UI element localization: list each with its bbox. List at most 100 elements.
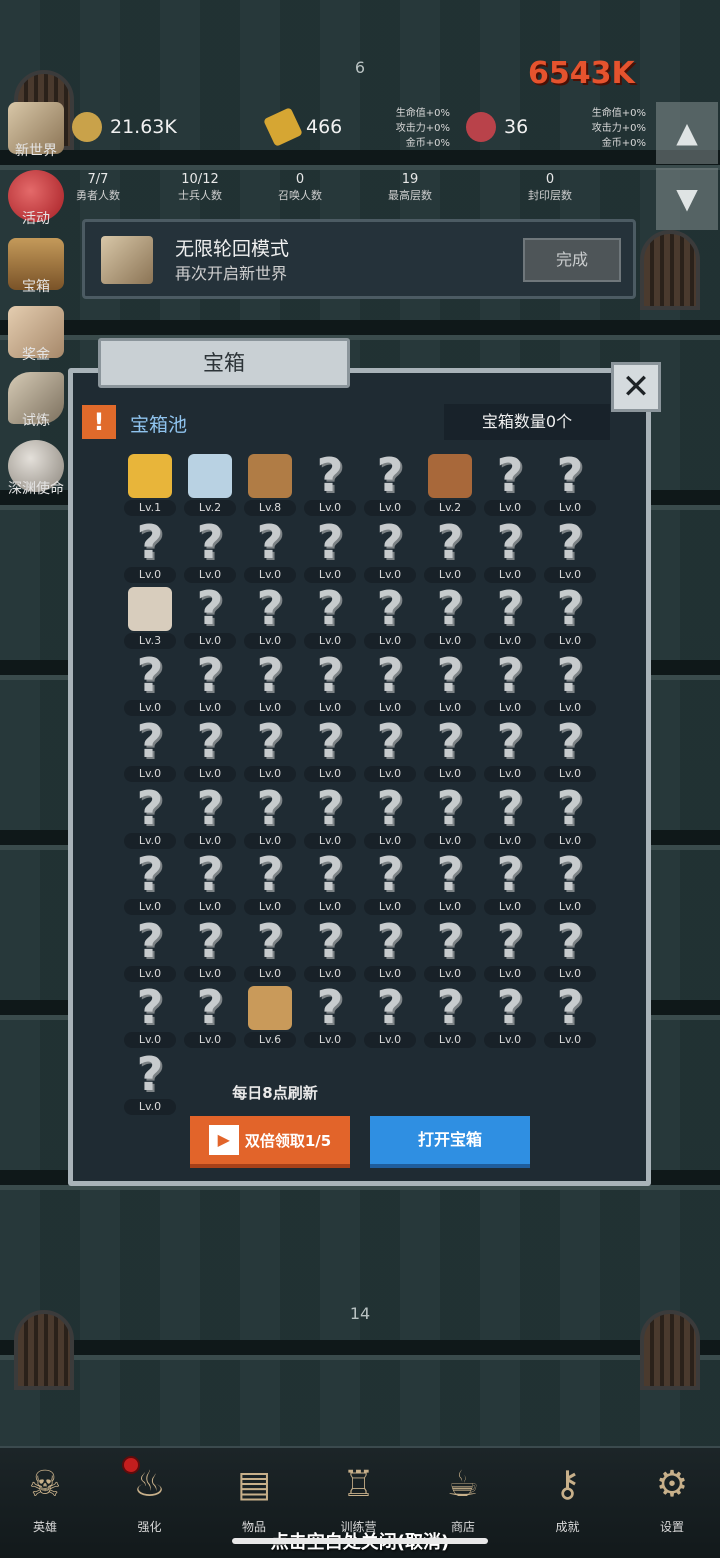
chest-item[interactable]: ? Lv.0 (240, 517, 300, 583)
side-bonus-button[interactable]: 奖金 (4, 306, 68, 364)
chest-item[interactable]: ? Lv.0 (480, 650, 540, 716)
chest-item[interactable]: ? Lv.0 (360, 982, 420, 1048)
scroll-up-button[interactable]: ▲ (656, 102, 718, 164)
chest-item[interactable]: Lv.6 (240, 982, 300, 1048)
double-claim-button[interactable]: ▶ 双倍领取1/5 (190, 1116, 350, 1168)
chest-item[interactable]: ? Lv.0 (120, 849, 180, 915)
chest-item[interactable]: ? Lv.0 (300, 849, 360, 915)
chest-item[interactable]: ? Lv.0 (240, 849, 300, 915)
chest-item[interactable]: ? Lv.0 (420, 849, 480, 915)
side-activity-button[interactable]: 活动 (4, 170, 68, 228)
open-chest-button[interactable]: 打开宝箱 (370, 1116, 530, 1168)
chest-item[interactable]: ? Lv.0 (180, 716, 240, 782)
chest-item[interactable]: ? Lv.0 (540, 982, 600, 1048)
chest-item[interactable]: ? Lv.0 (180, 982, 240, 1048)
side-abyss-button[interactable]: 深渊使命 (4, 440, 68, 498)
chest-item[interactable]: ? Lv.0 (300, 583, 360, 649)
chest-item[interactable]: ? Lv.0 (240, 716, 300, 782)
chest-item[interactable]: ? Lv.0 (300, 982, 360, 1048)
quest-complete-button[interactable]: 完成 (523, 238, 621, 282)
chest-item[interactable]: ? Lv.0 (360, 916, 420, 982)
chest-item[interactable]: ? Lv.0 (180, 849, 240, 915)
chest-item[interactable]: ? Lv.0 (300, 783, 360, 849)
unknown-item-icon: ? (316, 913, 344, 968)
nav-item[interactable]: ☕ 商店 (418, 1456, 508, 1535)
side-trial-button[interactable]: 试炼 (4, 372, 68, 430)
chest-item[interactable]: ? Lv.0 (420, 916, 480, 982)
chest-item[interactable]: ? Lv.0 (360, 650, 420, 716)
chest-item[interactable]: ? Lv.0 (120, 783, 180, 849)
chest-item[interactable]: ? Lv.0 (420, 517, 480, 583)
chest-item[interactable]: ? Lv.0 (120, 1049, 180, 1115)
chest-item[interactable]: ? Lv.0 (180, 783, 240, 849)
side-chest-button[interactable]: 宝箱 (4, 238, 68, 296)
chest-item[interactable]: ? Lv.0 (300, 650, 360, 716)
chest-item[interactable]: Lv.3 (120, 583, 180, 649)
chest-item[interactable]: ? Lv.0 (120, 517, 180, 583)
chest-item[interactable]: ? Lv.0 (300, 716, 360, 782)
chest-item[interactable]: ? Lv.0 (360, 517, 420, 583)
chest-item[interactable]: ? Lv.0 (120, 650, 180, 716)
chest-item[interactable]: ? Lv.0 (240, 916, 300, 982)
chest-item[interactable]: Lv.8 (240, 450, 300, 516)
chest-item[interactable]: ? Lv.0 (540, 650, 600, 716)
chest-item[interactable]: ? Lv.0 (360, 450, 420, 516)
nav-item[interactable]: ♨ 强化 (105, 1456, 195, 1535)
close-button[interactable]: ✕ (611, 362, 661, 412)
chest-item[interactable]: ? Lv.0 (120, 982, 180, 1048)
nav-item[interactable]: ⚷ 成就 (523, 1456, 613, 1535)
chest-item[interactable]: ? Lv.0 (540, 849, 600, 915)
item-level: Lv.0 (364, 1032, 416, 1048)
chest-item[interactable]: ? Lv.0 (240, 783, 300, 849)
chest-item[interactable]: ? Lv.0 (420, 583, 480, 649)
scroll-down-button[interactable]: ▼ (656, 168, 718, 230)
chest-item[interactable]: ? Lv.0 (480, 583, 540, 649)
chest-item[interactable]: ? Lv.0 (480, 450, 540, 516)
skull-icon: ☠ (28, 1464, 62, 1505)
chest-item[interactable]: ? Lv.0 (180, 650, 240, 716)
nav-item[interactable]: ☠ 英雄 (0, 1456, 90, 1535)
chest-item[interactable]: ? Lv.0 (120, 916, 180, 982)
chest-item[interactable]: ? Lv.0 (180, 517, 240, 583)
nav-item[interactable]: ▤ 物品 (209, 1456, 299, 1535)
chest-item[interactable]: ? Lv.0 (360, 583, 420, 649)
nav-item[interactable]: ♖ 训练营 (314, 1456, 404, 1535)
item-level: Lv.0 (244, 633, 296, 649)
map-icon (101, 236, 153, 284)
chest-item[interactable]: ? Lv.0 (300, 517, 360, 583)
nav-item[interactable]: ⚙ 设置 (627, 1456, 717, 1535)
chest-item[interactable]: ? Lv.0 (540, 916, 600, 982)
chest-item[interactable]: ? Lv.0 (240, 650, 300, 716)
chest-item[interactable]: ? Lv.0 (240, 583, 300, 649)
chest-item[interactable]: ? Lv.0 (540, 450, 600, 516)
chest-item[interactable]: Lv.2 (180, 450, 240, 516)
chest-item[interactable]: ? Lv.0 (540, 783, 600, 849)
chest-item[interactable]: Lv.2 (420, 450, 480, 516)
chest-item[interactable]: ? Lv.0 (300, 916, 360, 982)
chest-item[interactable]: ? Lv.0 (120, 716, 180, 782)
chest-item[interactable]: ? Lv.0 (420, 716, 480, 782)
chest-item[interactable]: ? Lv.0 (420, 650, 480, 716)
chest-item[interactable]: ? Lv.0 (360, 716, 420, 782)
chest-item[interactable]: Lv.1 (120, 450, 180, 516)
chest-item[interactable]: ? Lv.0 (540, 716, 600, 782)
chest-item[interactable]: ? Lv.0 (300, 450, 360, 516)
chest-item[interactable]: ? Lv.0 (180, 583, 240, 649)
chest-item[interactable]: ? Lv.0 (360, 783, 420, 849)
chest-item[interactable]: ? Lv.0 (540, 583, 600, 649)
side-new-world-button[interactable]: 新世界 (4, 102, 68, 160)
home-indicator[interactable] (232, 1538, 488, 1544)
chest-item[interactable]: ? Lv.0 (480, 849, 540, 915)
chest-item[interactable]: ? Lv.0 (480, 783, 540, 849)
chest-item[interactable]: ? Lv.0 (480, 916, 540, 982)
unknown-item-icon: ? (136, 847, 164, 901)
chest-item[interactable]: ? Lv.0 (480, 517, 540, 583)
chest-item[interactable]: ? Lv.0 (480, 716, 540, 782)
chest-item[interactable]: ? Lv.0 (180, 916, 240, 982)
chest-item[interactable]: ? Lv.0 (480, 982, 540, 1048)
unknown-item-icon: ? (256, 714, 284, 768)
chest-item[interactable]: ? Lv.0 (360, 849, 420, 915)
chest-item[interactable]: ? Lv.0 (420, 982, 480, 1048)
chest-item[interactable]: ? Lv.0 (540, 517, 600, 583)
chest-item[interactable]: ? Lv.0 (420, 783, 480, 849)
